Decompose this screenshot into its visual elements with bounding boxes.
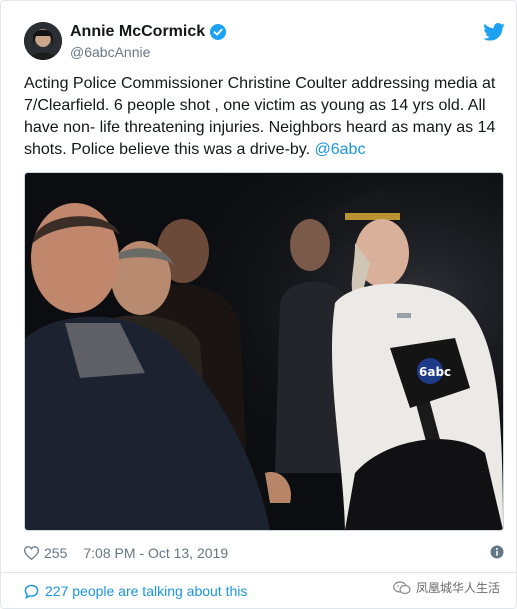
author-display-name[interactable]: Annie McCormick (70, 23, 227, 41)
author-avatar[interactable] (24, 22, 62, 60)
conversation-link[interactable]: 227 people are talking about this (24, 583, 247, 599)
author-handle[interactable]: @6abcAnnie (70, 44, 150, 60)
heart-icon (24, 546, 39, 560)
author-name-text: Annie McCormick (70, 23, 206, 40)
footer-divider (1, 572, 516, 573)
mention-link[interactable]: @6abc (315, 141, 366, 158)
wechat-icon (393, 580, 411, 594)
twitter-bird-icon[interactable] (483, 23, 505, 41)
info-icon[interactable] (490, 545, 504, 559)
svg-text:6abc: 6abc (419, 365, 451, 379)
like-count: 255 (44, 545, 68, 561)
speech-bubble-icon (24, 584, 39, 599)
tweet-meta: 255 7:08 PM - Oct 13, 2019 (24, 544, 504, 562)
verified-badge-icon (210, 24, 227, 40)
tweet-body: Acting Police Commissioner Christine Cou… (24, 75, 496, 158)
watermark: 凤凰城华人生活 (393, 579, 500, 596)
tweet-timestamp[interactable]: 7:08 PM - Oct 13, 2019 (83, 545, 228, 561)
tweet-photo[interactable]: 6abc (24, 172, 504, 531)
conversation-text: 227 people are talking about this (45, 583, 248, 599)
tweet-card: Annie McCormick @6abcAnnie Acting Police… (0, 0, 517, 609)
watermark-text: 凤凰城华人生活 (416, 581, 501, 595)
tweet-text: Acting Police Commissioner Christine Cou… (24, 73, 502, 161)
like-button[interactable]: 255 (24, 545, 67, 561)
